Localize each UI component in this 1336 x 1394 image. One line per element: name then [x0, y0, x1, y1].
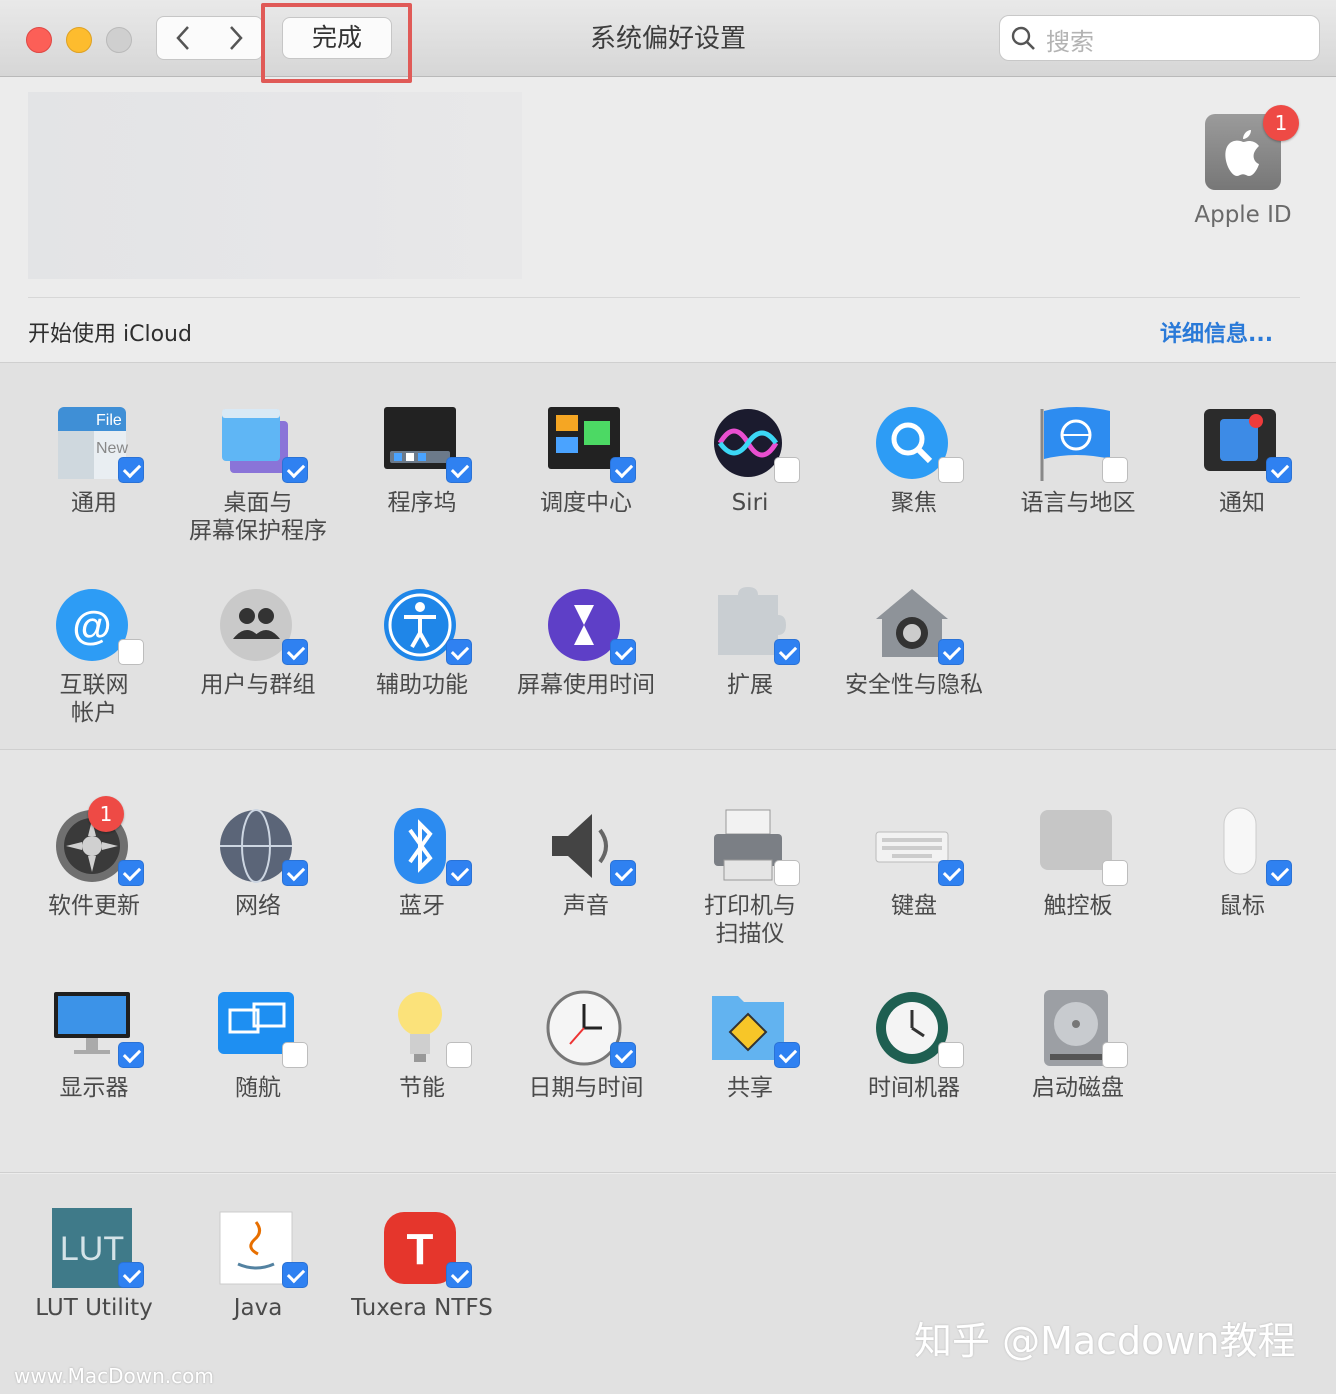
apple-logo-icon [1225, 130, 1259, 176]
show-pane-checkbox[interactable] [774, 457, 800, 483]
divider [28, 297, 1300, 298]
pref-pane-label: 调度中心 [540, 490, 632, 516]
show-pane-checkbox[interactable] [1266, 457, 1292, 483]
pref-pane-label: 通用 [71, 490, 117, 516]
show-pane-checkbox[interactable] [774, 639, 800, 665]
show-pane-checkbox[interactable] [774, 1042, 800, 1068]
title-bar: 完成 系统偏好设置 搜索 [0, 0, 1336, 83]
update-count-badge: 1 [88, 796, 124, 832]
pref-pane-label: 蓝牙 [399, 893, 445, 919]
svg-text:@: @ [72, 604, 111, 648]
show-pane-checkbox[interactable] [938, 860, 964, 886]
show-pane-checkbox[interactable] [1102, 1042, 1128, 1068]
svg-text:File: File [96, 412, 122, 429]
show-pane-checkbox[interactable] [1102, 457, 1128, 483]
pref-pane-label: 程序坞 [387, 490, 457, 516]
show-pane-checkbox[interactable] [1102, 860, 1128, 886]
show-pane-checkbox[interactable] [610, 639, 636, 665]
svg-text:LUT: LUT [60, 1230, 124, 1268]
pref-pane-label: Java [233, 1295, 283, 1321]
zoom-window-button[interactable] [106, 27, 132, 53]
show-pane-checkbox[interactable] [282, 1262, 308, 1288]
minimize-window-button[interactable] [66, 27, 92, 53]
pref-pane-label: 安全性与隐私 [845, 672, 983, 698]
show-pane-checkbox[interactable] [446, 639, 472, 665]
apple-id-badge: 1 [1263, 105, 1299, 141]
window-title: 系统偏好设置 [589, 24, 746, 54]
pref-pane-label: 用户与群组 [200, 672, 316, 698]
pref-pane-label: Siri [731, 490, 769, 516]
pref-pane-label: 聚焦 [891, 490, 937, 516]
back-button[interactable] [156, 16, 210, 60]
pref-pane-label: 互联网 帐户 [59, 672, 129, 726]
personal-prefs-section: File New 通用 桌面与 屏幕保护程序 程序坞 调度中心 Siri 聚焦 语言与地区 通知 @… [0, 362, 1336, 750]
chevron-left-icon [176, 26, 189, 50]
search-icon [1011, 26, 1035, 50]
pref-pane-label: LUT Utility [35, 1295, 153, 1321]
svg-text:New: New [96, 440, 128, 457]
account-info-blurred [28, 92, 522, 279]
chevron-right-icon [229, 26, 243, 50]
show-pane-checkbox[interactable] [610, 860, 636, 886]
pref-pane-label: 语言与地区 [1020, 490, 1136, 516]
pref-pane-label: 声音 [563, 893, 609, 919]
pref-pane-label: 节能 [399, 1075, 445, 1101]
pref-pane-label: 通知 [1219, 490, 1265, 516]
pref-pane-label: 桌面与 屏幕保护程序 [189, 490, 327, 544]
show-pane-checkbox[interactable] [446, 1262, 472, 1288]
site-watermark: www.MacDown.com [14, 1364, 214, 1388]
show-pane-checkbox[interactable] [118, 457, 144, 483]
forward-button[interactable] [209, 16, 263, 60]
show-pane-checkbox[interactable] [610, 1042, 636, 1068]
pref-pane-label: 时间机器 [868, 1075, 960, 1101]
pref-pane-label: Tuxera NTFS [351, 1295, 493, 1321]
pref-pane-label: 鼠标 [1219, 893, 1265, 919]
show-pane-checkbox[interactable] [938, 457, 964, 483]
show-pane-checkbox[interactable] [774, 860, 800, 886]
zhihu-watermark: 知乎 @Macdown教程 [914, 1319, 1296, 1363]
pref-pane-label: 显示器 [59, 1075, 129, 1101]
show-pane-checkbox[interactable] [118, 860, 144, 886]
pref-pane-label: 屏幕使用时间 [517, 672, 655, 698]
show-pane-checkbox[interactable] [282, 639, 308, 665]
search-placeholder: 搜索 [1046, 28, 1094, 56]
show-pane-checkbox[interactable] [938, 1042, 964, 1068]
show-pane-checkbox[interactable] [118, 1262, 144, 1288]
show-pane-checkbox[interactable] [282, 1042, 308, 1068]
svg-text:T: T [407, 1225, 434, 1274]
apple-id-label: Apple ID [1194, 202, 1292, 228]
search-field[interactable]: 搜索 [999, 15, 1320, 61]
pref-pane-label: 辅助功能 [376, 672, 468, 698]
pref-pane-label: 触控板 [1043, 893, 1113, 919]
show-pane-checkbox[interactable] [446, 457, 472, 483]
show-pane-checkbox[interactable] [446, 860, 472, 886]
close-window-button[interactable] [26, 27, 52, 53]
pref-pane-label: 打印机与 扫描仪 [704, 893, 796, 947]
pref-pane-label: 日期与时间 [528, 1075, 644, 1101]
pref-pane-label: 扩展 [727, 672, 773, 698]
pref-pane-label: 键盘 [891, 893, 937, 919]
pref-pane-label: 启动磁盘 [1032, 1075, 1124, 1101]
details-link[interactable]: 详细信息... [1160, 316, 1273, 348]
icloud-prompt: 开始使用 iCloud [28, 322, 192, 347]
pref-pane-label: 共享 [727, 1075, 773, 1101]
pref-pane-label: 软件更新 [48, 893, 140, 919]
show-pane-checkbox[interactable] [610, 457, 636, 483]
show-pane-checkbox[interactable] [938, 639, 964, 665]
show-pane-checkbox[interactable] [1266, 860, 1292, 886]
show-pane-checkbox[interactable] [118, 639, 144, 665]
show-pane-checkbox[interactable] [118, 1042, 144, 1068]
show-pane-checkbox[interactable] [282, 457, 308, 483]
show-pane-checkbox[interactable] [282, 860, 308, 886]
pref-pane-label: 随航 [235, 1075, 281, 1101]
pref-pane-label: 网络 [235, 893, 281, 919]
hardware-prefs-section: 1 软件更新 网络 蓝牙 声音 打印机与 扫描仪 键盘 触控板 鼠标显示器 随航 节能 日期与时间 共享… [0, 750, 1336, 1173]
show-pane-checkbox[interactable] [446, 1042, 472, 1068]
done-button-highlight-box [261, 3, 412, 83]
